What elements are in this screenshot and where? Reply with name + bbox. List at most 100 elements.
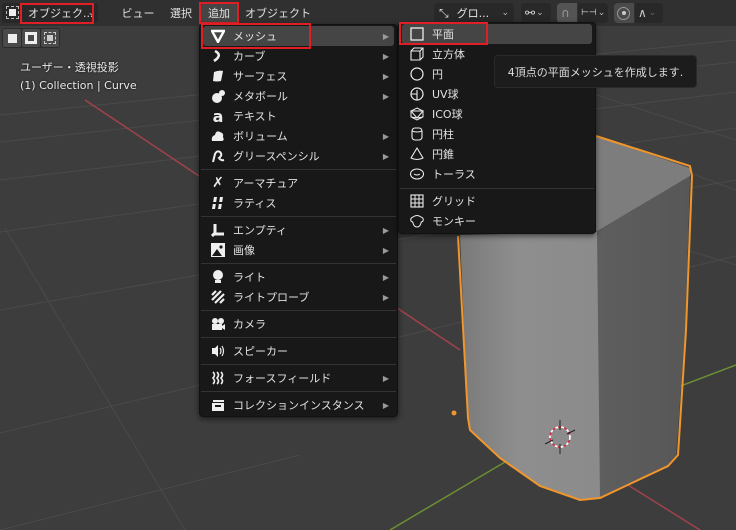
armature-icon: ✗	[212, 175, 224, 191]
volume-icon	[210, 128, 226, 144]
grease-pencil-icon	[210, 148, 226, 164]
menu-item-label: ラティス	[233, 197, 277, 210]
menu-item-label: ライト	[233, 271, 266, 284]
menu-separator	[201, 337, 396, 338]
light-probe-icon	[210, 289, 226, 305]
tooltip: 4頂点の平面メッシュを作成します.	[494, 55, 697, 88]
collection-info-label: (1) Collection | Curve	[20, 79, 137, 92]
proportional-edit-toggle[interactable]	[614, 3, 634, 23]
proportional-edit-icon	[617, 6, 630, 20]
menu-item-metaball[interactable]: メタボール ▶	[203, 86, 394, 106]
menu-item-label: スピーカー	[233, 345, 288, 358]
snap-increment-icon: ⊢⊣	[581, 8, 597, 18]
monkey-icon	[409, 213, 425, 229]
lattice-icon	[210, 195, 226, 211]
menu-object[interactable]: オブジェクト	[240, 3, 316, 23]
menu-item-light-probe[interactable]: ライトプローブ ▶	[203, 287, 394, 307]
menu-item-light[interactable]: ライト ▶	[203, 267, 394, 287]
menu-select[interactable]: 選択	[164, 3, 198, 23]
menu-item-plane[interactable]: 平面	[402, 24, 592, 44]
speaker-icon	[210, 343, 226, 359]
menu-item-label: メタボール	[233, 90, 288, 103]
menu-item-speaker[interactable]: スピーカー	[203, 341, 394, 361]
snap-magnet-icon: ∩	[561, 6, 570, 20]
viewport-header: オブジェク... ⌄ ビュー 選択 追加 オブジェクト ⤡ グロ... ⌄ ⚯ …	[0, 0, 736, 26]
select-subtract-icon	[44, 32, 56, 44]
menu-item-camera[interactable]: カメラ	[203, 314, 394, 334]
menu-item-surface[interactable]: サーフェス ▶	[203, 66, 394, 86]
cylinder-icon	[409, 126, 425, 142]
force-field-icon	[210, 370, 226, 386]
menu-item-label: フォースフィールド	[233, 372, 332, 385]
menu-separator	[201, 263, 396, 264]
menu-object-label: オブジェクト	[245, 7, 311, 20]
transform-orientation-icon: ⤡	[439, 5, 449, 20]
menu-select-label: 選択	[170, 7, 192, 20]
menu-item-cylinder[interactable]: 円柱	[402, 124, 592, 144]
submenu-arrow-icon: ▶	[382, 51, 389, 61]
transform-orientation-label: グロ...	[456, 7, 490, 20]
menu-item-cone[interactable]: 円錐	[402, 144, 592, 164]
tooltip-text: 4頂点の平面メッシュを作成します.	[507, 65, 684, 79]
menu-item-torus[interactable]: トーラス	[402, 164, 592, 184]
menu-item-volume[interactable]: ボリューム ▶	[203, 126, 394, 146]
submenu-arrow-icon: ▶	[382, 292, 389, 302]
select-new-button[interactable]	[3, 29, 21, 47]
menu-item-grease-pencil[interactable]: グリースペンシル ▶	[203, 146, 394, 166]
menu-item-label: 画像	[233, 244, 255, 257]
camera-icon	[210, 316, 226, 332]
menu-separator	[400, 188, 594, 189]
image-icon	[210, 242, 226, 258]
select-extend-button[interactable]	[22, 29, 40, 47]
menu-item-grid[interactable]: グリッド	[402, 191, 592, 211]
menu-item-label: テキスト	[233, 110, 277, 123]
object-mode-dropdown[interactable]: オブジェク... ⌄	[2, 3, 98, 23]
menu-separator	[201, 169, 396, 170]
menu-item-label: コレクションインスタンス	[233, 399, 365, 412]
menu-item-curve[interactable]: カーブ ▶	[203, 46, 394, 66]
snap-toggle[interactable]: ∩	[557, 3, 577, 23]
uv-sphere-icon	[409, 86, 425, 102]
mesh-icon	[210, 28, 226, 44]
menu-add[interactable]: 追加	[201, 3, 237, 23]
menu-item-label: UV球	[432, 88, 459, 101]
menu-item-label: 平面	[432, 28, 454, 41]
menu-item-empty[interactable]: エンプティ ▶	[203, 220, 394, 240]
selection-mode-group	[2, 28, 60, 48]
torus-icon	[409, 166, 425, 182]
menu-separator	[201, 364, 396, 365]
menu-item-lattice[interactable]: ラティス	[203, 193, 394, 213]
menu-item-label: グリースペンシル	[233, 150, 320, 163]
menu-separator	[201, 310, 396, 311]
metaball-icon	[210, 88, 226, 104]
menu-item-force-field[interactable]: フォースフィールド ▶	[203, 368, 394, 388]
menu-item-label: 立方体	[432, 48, 465, 61]
object-mode-icon	[6, 6, 19, 19]
surface-icon	[210, 68, 226, 84]
menu-item-collection-instance[interactable]: コレクションインスタンス ▶	[203, 395, 394, 415]
cone-icon	[409, 146, 425, 162]
menu-item-armature[interactable]: ✗ アーマチュア	[203, 173, 394, 193]
menu-item-image[interactable]: 画像 ▶	[203, 240, 394, 260]
menu-item-mesh[interactable]: メッシュ ▶	[203, 26, 394, 46]
falloff-dropdown[interactable]: ∧ ⌄	[635, 3, 663, 23]
text-icon: a	[212, 106, 224, 126]
menu-item-monkey[interactable]: モンキー	[402, 211, 592, 231]
menu-view-label: ビュー	[121, 7, 155, 20]
select-subtract-button[interactable]	[41, 29, 59, 47]
collection-instance-icon	[210, 397, 226, 413]
plane-icon	[409, 26, 425, 42]
transform-orientation-dropdown[interactable]: ⤡ グロ... ⌄	[434, 3, 514, 23]
pivot-point-dropdown[interactable]: ⚯ ⌄	[521, 3, 551, 23]
grid-icon	[409, 193, 425, 209]
menu-item-label: ライトプローブ	[233, 291, 310, 304]
snap-target-dropdown[interactable]: ⊢⊣ ⌄	[578, 3, 608, 23]
menu-view[interactable]: ビュー	[116, 3, 160, 23]
menu-item-label: ICO球	[432, 108, 463, 121]
menu-separator	[201, 216, 396, 217]
menu-item-ico-sphere[interactable]: ICO球	[402, 104, 592, 124]
menu-item-text[interactable]: a テキスト	[203, 106, 394, 126]
submenu-arrow-icon: ▶	[382, 272, 389, 282]
circle-icon	[409, 66, 425, 82]
ico-sphere-icon	[409, 106, 425, 122]
